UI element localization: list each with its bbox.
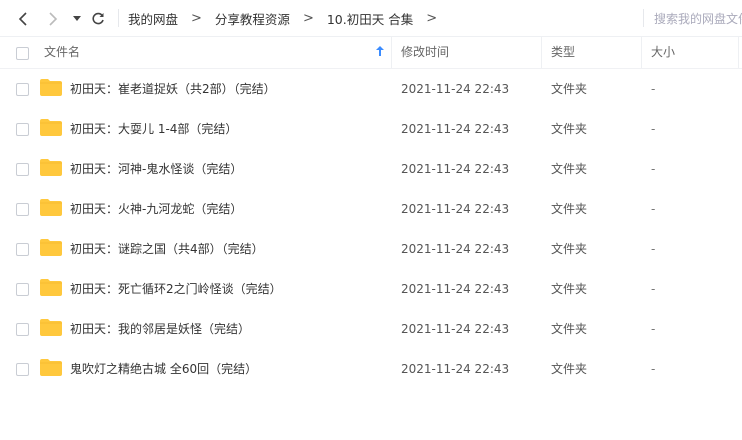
refresh-button[interactable] bbox=[88, 0, 108, 37]
file-size: - bbox=[651, 202, 656, 216]
file-name[interactable]: 初田天：崔老道捉妖（共2部）（完结） bbox=[70, 69, 276, 109]
file-type: 文件夹 bbox=[551, 122, 588, 136]
file-name[interactable]: 初田天：谜踪之国（共4部）（完结） bbox=[70, 229, 264, 269]
toolbar-divider bbox=[118, 9, 119, 27]
breadcrumb-item-current[interactable]: 10.初田天 合集 bbox=[327, 9, 413, 28]
toolbar: 我的网盘 > 分享教程资源 > 10.初田天 合集 > bbox=[0, 0, 742, 37]
row-checkbox[interactable] bbox=[16, 83, 29, 96]
file-size: - bbox=[651, 362, 656, 376]
file-modified: 2021-11-24 22:43 bbox=[401, 202, 510, 216]
column-header: 文件名 修改时间 类型 大小 bbox=[0, 37, 742, 69]
breadcrumb: 我的网盘 > 分享教程资源 > 10.初田天 合集 > bbox=[128, 0, 437, 37]
file-row[interactable]: 初田天：火神-九河龙蛇（完结） 2021-11-24 22:43 文件夹 - bbox=[0, 189, 742, 229]
file-row[interactable]: 初田天：死亡循环2之门岭怪谈（完结） 2021-11-24 22:43 文件夹 … bbox=[0, 269, 742, 309]
folder-icon bbox=[40, 79, 62, 96]
row-checkbox[interactable] bbox=[16, 283, 29, 296]
file-modified: 2021-11-24 22:43 bbox=[401, 82, 510, 96]
file-name[interactable]: 初田天：死亡循环2之门岭怪谈（完结） bbox=[70, 269, 282, 309]
row-checkbox[interactable] bbox=[16, 243, 29, 256]
file-modified: 2021-11-24 22:43 bbox=[401, 322, 510, 336]
select-all-checkbox[interactable] bbox=[16, 47, 29, 60]
file-modified: 2021-11-24 22:43 bbox=[401, 242, 510, 256]
file-size: - bbox=[651, 122, 656, 136]
file-type: 文件夹 bbox=[551, 162, 588, 176]
row-checkbox[interactable] bbox=[16, 163, 29, 176]
search-input[interactable] bbox=[652, 8, 742, 30]
folder-icon bbox=[40, 159, 62, 176]
file-row[interactable]: 初田天：河神-鬼水怪谈（完结） 2021-11-24 22:43 文件夹 - bbox=[0, 149, 742, 189]
file-name[interactable]: 初田天：河神-鬼水怪谈（完结） bbox=[70, 149, 242, 189]
column-divider[interactable] bbox=[738, 37, 739, 68]
column-divider[interactable] bbox=[541, 37, 542, 68]
file-type: 文件夹 bbox=[551, 202, 588, 216]
file-name[interactable]: 初田天：大耍儿 1-4部（完结） bbox=[70, 109, 237, 149]
file-type: 文件夹 bbox=[551, 362, 588, 376]
file-name[interactable]: 鬼吹灯之精绝古城 全60回（完结） bbox=[70, 349, 257, 389]
column-size[interactable]: 大小 bbox=[651, 37, 675, 68]
column-divider[interactable] bbox=[391, 37, 392, 68]
folder-icon bbox=[40, 199, 62, 216]
file-name[interactable]: 初田天：我的邻居是妖怪（完结） bbox=[70, 309, 250, 349]
file-type: 文件夹 bbox=[551, 242, 588, 256]
row-checkbox[interactable] bbox=[16, 203, 29, 216]
row-checkbox[interactable] bbox=[16, 363, 29, 376]
file-modified: 2021-11-24 22:43 bbox=[401, 362, 510, 376]
column-divider[interactable] bbox=[641, 37, 642, 68]
forward-button[interactable] bbox=[44, 0, 62, 37]
back-button[interactable] bbox=[14, 0, 32, 37]
file-row[interactable]: 鬼吹灯之精绝古城 全60回（完结） 2021-11-24 22:43 文件夹 - bbox=[0, 349, 742, 389]
file-size: - bbox=[651, 82, 656, 96]
file-size: - bbox=[651, 162, 656, 176]
folder-icon bbox=[40, 279, 62, 296]
history-dropdown-button[interactable] bbox=[70, 0, 84, 37]
caret-down-icon bbox=[73, 15, 81, 21]
breadcrumb-separator-icon: > bbox=[302, 11, 314, 26]
column-name[interactable]: 文件名 bbox=[44, 37, 80, 68]
column-modified[interactable]: 修改时间 bbox=[401, 37, 449, 68]
file-row[interactable]: 初田天：崔老道捉妖（共2部）（完结） 2021-11-24 22:43 文件夹 … bbox=[0, 69, 742, 109]
file-type: 文件夹 bbox=[551, 82, 588, 96]
file-type: 文件夹 bbox=[551, 322, 588, 336]
refresh-icon bbox=[92, 12, 104, 24]
file-size: - bbox=[651, 282, 656, 296]
folder-icon bbox=[40, 239, 62, 256]
chevron-right-icon bbox=[49, 11, 58, 26]
file-list: 初田天：崔老道捉妖（共2部）（完结） 2021-11-24 22:43 文件夹 … bbox=[0, 69, 742, 389]
search-divider bbox=[643, 9, 644, 27]
file-size: - bbox=[651, 242, 656, 256]
row-checkbox[interactable] bbox=[16, 323, 29, 336]
file-modified: 2021-11-24 22:43 bbox=[401, 162, 510, 176]
file-modified: 2021-11-24 22:43 bbox=[401, 282, 510, 296]
breadcrumb-item-root[interactable]: 我的网盘 bbox=[128, 9, 178, 28]
file-modified: 2021-11-24 22:43 bbox=[401, 122, 510, 136]
file-row[interactable]: 初田天：谜踪之国（共4部）（完结） 2021-11-24 22:43 文件夹 - bbox=[0, 229, 742, 269]
sort-ascending-icon[interactable] bbox=[376, 46, 384, 56]
column-type[interactable]: 类型 bbox=[551, 37, 575, 68]
folder-icon bbox=[40, 359, 62, 376]
file-type: 文件夹 bbox=[551, 282, 588, 296]
row-checkbox[interactable] bbox=[16, 123, 29, 136]
file-name[interactable]: 初田天：火神-九河龙蛇（完结） bbox=[70, 189, 242, 229]
folder-icon bbox=[40, 119, 62, 136]
breadcrumb-separator-icon: > bbox=[426, 11, 438, 26]
chevron-left-icon bbox=[18, 11, 27, 26]
file-size: - bbox=[651, 322, 656, 336]
breadcrumb-item-share[interactable]: 分享教程资源 bbox=[215, 9, 290, 28]
breadcrumb-separator-icon: > bbox=[191, 11, 202, 26]
file-row[interactable]: 初田天：大耍儿 1-4部（完结） 2021-11-24 22:43 文件夹 - bbox=[0, 109, 742, 149]
file-row[interactable]: 初田天：我的邻居是妖怪（完结） 2021-11-24 22:43 文件夹 - bbox=[0, 309, 742, 349]
folder-icon bbox=[40, 319, 62, 336]
